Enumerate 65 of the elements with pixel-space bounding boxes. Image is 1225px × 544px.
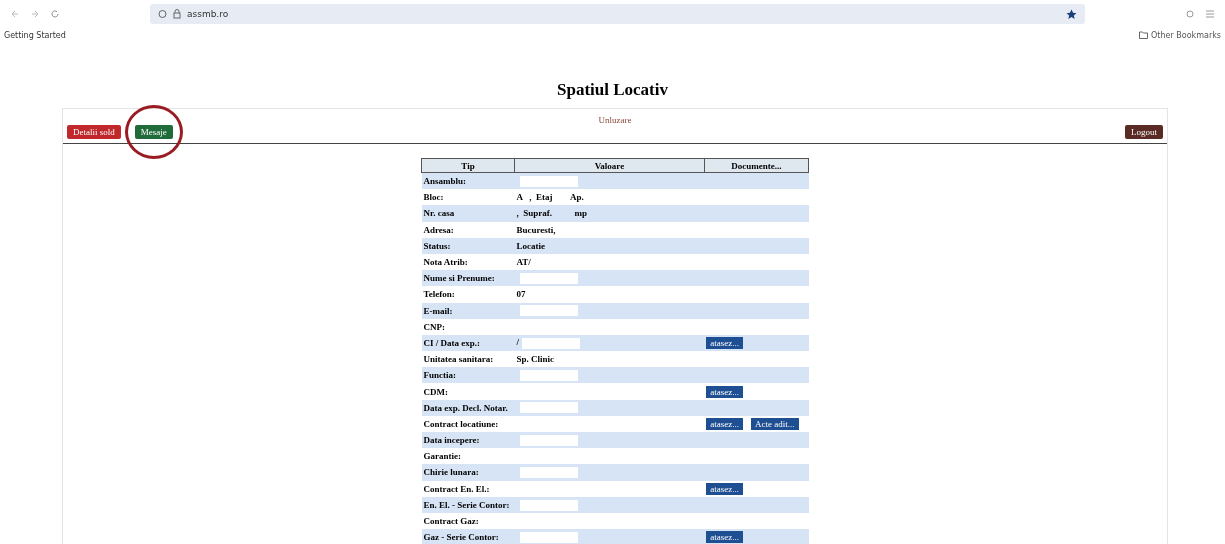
cell-value: / xyxy=(516,337,519,348)
attach-button[interactable]: atasez... xyxy=(706,531,743,544)
table-cell: Nota Atrib: xyxy=(421,253,515,271)
column-header: Valoare xyxy=(514,158,705,173)
page-title: Spatiul Locativ xyxy=(556,80,669,100)
table-cell: Contract locatiune: xyxy=(421,415,515,432)
input-field[interactable] xyxy=(519,272,578,284)
table-cell: Adresa: xyxy=(421,221,515,238)
table-cell: CI / Data exp.: xyxy=(421,334,515,352)
table-cell: CDM: xyxy=(421,383,515,400)
table-cell: Nr. casa xyxy=(421,205,515,222)
table-cell: Contract En. El.: xyxy=(421,480,515,497)
attach-button[interactable]: atasez... xyxy=(706,417,743,430)
table-cell: Status: xyxy=(421,237,515,254)
nav-button[interactable]: Detalii sold xyxy=(67,125,121,139)
attach-button[interactable]: atasez... xyxy=(706,385,743,398)
table-cell: Unitatea sanitara: xyxy=(421,351,515,368)
table-cell: Bloc: xyxy=(421,189,515,206)
bookmark-item[interactable]: Getting Started xyxy=(4,30,66,40)
cell-value: 07 xyxy=(516,289,526,300)
table-cell: En. El. - Serie Contor: xyxy=(421,496,515,513)
cell-value: Bucuresti, xyxy=(516,224,556,235)
column-header: Tip xyxy=(421,158,515,173)
bookmark-folder[interactable]: Other Bookmarks xyxy=(1151,30,1221,40)
folder-icon xyxy=(1139,31,1149,39)
nav-button[interactable]: Mesaje xyxy=(134,125,173,139)
attach-button[interactable]: Acte adit... xyxy=(751,417,799,430)
attach-button[interactable]: atasez... xyxy=(706,336,743,349)
user-label: Unluzare xyxy=(597,115,633,125)
table-cell: Chirie lunara: xyxy=(421,464,515,481)
star-icon[interactable] xyxy=(1066,8,1077,20)
table-cell: CNP: xyxy=(421,318,515,335)
url-text: assmb.ro xyxy=(187,9,230,19)
table-cell: Data exp. Decl. Notar. xyxy=(421,399,515,416)
table-cell: Data incepere: xyxy=(421,432,515,449)
input-field[interactable] xyxy=(519,467,578,479)
menu-icon[interactable] xyxy=(1205,9,1215,19)
input-field[interactable] xyxy=(519,370,578,382)
cell-value: AT/ xyxy=(516,257,531,268)
cell-value: , Supraf. mp xyxy=(516,208,587,219)
cell-value: A , Etaj Ap. xyxy=(516,192,584,203)
input-field[interactable] xyxy=(519,499,578,511)
input-field[interactable] xyxy=(519,531,578,543)
attach-button[interactable]: atasez... xyxy=(706,482,743,495)
forward-icon[interactable] xyxy=(30,9,40,19)
table-cell: Gaz - Serie Contor: xyxy=(421,529,515,544)
lock-icon xyxy=(173,9,181,19)
table-cell: Garantie: xyxy=(421,448,515,465)
input-field[interactable] xyxy=(522,337,580,349)
cell-value: Locatie xyxy=(516,240,545,251)
reload-icon[interactable] xyxy=(50,9,60,19)
table-cell: Functia: xyxy=(421,367,515,384)
address-bar[interactable]: assmb.ro xyxy=(150,4,1085,24)
table-cell: Telefon: xyxy=(421,286,515,303)
input-field[interactable] xyxy=(519,175,578,187)
input-field[interactable] xyxy=(519,402,578,414)
cell-value: Sp. Clinic xyxy=(516,354,554,365)
table-cell: Contract Gaz: xyxy=(421,512,515,530)
input-field[interactable] xyxy=(519,305,578,317)
table-cell: Nume si Prenume: xyxy=(421,270,515,287)
input-field[interactable] xyxy=(519,434,578,446)
column-header: Documente... xyxy=(704,158,809,173)
logout-button[interactable]: Logout xyxy=(1125,125,1163,139)
back-icon[interactable] xyxy=(10,9,20,19)
table-cell: E-mail: xyxy=(421,302,515,319)
